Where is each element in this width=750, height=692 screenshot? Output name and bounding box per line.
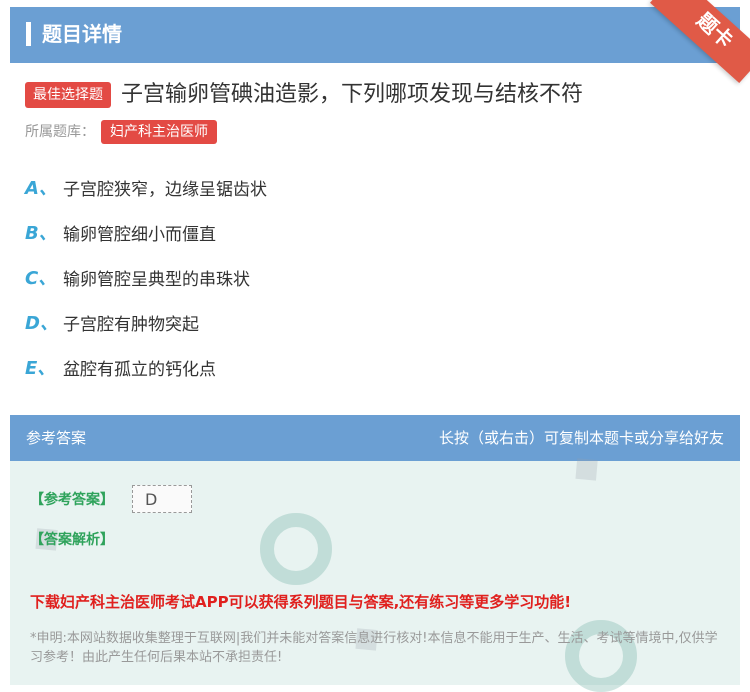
bank-tag[interactable]: 妇产科主治医师 <box>101 120 217 144</box>
option-letter: D、 <box>25 313 58 334</box>
option-text: 子宫腔有肿物突起 <box>63 314 199 335</box>
disclaimer-text: *申明:本网站数据收集整理于互联网|我们并未能对答案信息进行核对!本信息不能用于… <box>30 631 718 665</box>
option-a[interactable]: A、 子宫腔狭窄，边缘呈锯齿状 <box>25 173 267 201</box>
option-e[interactable]: E、 盆腔有孤立的钙化点 <box>25 353 216 381</box>
option-text: 输卵管腔呈典型的串珠状 <box>63 269 250 290</box>
app-promo-link[interactable]: 下载妇产科主治医师考试APP可以获得系列题目与答案,还有练习等更多学习功能! <box>30 591 571 612</box>
option-d[interactable]: D、 子宫腔有肿物突起 <box>25 308 199 336</box>
bank-label: 所属题库： <box>25 124 95 140</box>
option-c[interactable]: C、 输卵管腔呈典型的串珠状 <box>25 263 250 291</box>
option-b[interactable]: B、 输卵管腔细小而僵直 <box>25 218 216 246</box>
answer-header-title: 参考答案 <box>26 429 87 447</box>
option-letter: C、 <box>25 268 57 289</box>
page-title: 题目详情 <box>42 22 122 46</box>
option-text: 盆腔有孤立的钙化点 <box>63 359 216 380</box>
analysis-label: 【答案解析】 <box>30 532 114 548</box>
header-accent-bar <box>26 22 31 46</box>
question-text: 子宫输卵管碘油造影，下列哪项发现与结核不符 <box>121 82 584 107</box>
answer-panel: 参考答案 长按（或右击）可复制本题卡或分享给好友 ◆ ◆ ◆ 【参考答案】 D … <box>10 415 740 692</box>
answer-label: 【参考答案】 <box>30 492 114 508</box>
watermark-logo-icon <box>260 513 332 585</box>
option-text: 子宫腔狭窄，边缘呈锯齿状 <box>63 179 267 200</box>
answer-header: 参考答案 长按（或右击）可复制本题卡或分享给好友 <box>10 415 740 461</box>
question-bank-row: 所属题库： 妇产科主治医师 <box>25 120 217 144</box>
option-letter: A、 <box>25 178 57 199</box>
answer-value: D <box>132 485 192 513</box>
option-letter: B、 <box>25 223 57 244</box>
page-header: 题目详情 <box>10 7 740 63</box>
question-row: 最佳选择题 子宫输卵管碘油造影，下列哪项发现与结核不符 <box>25 80 583 110</box>
question-type-badge: 最佳选择题 <box>25 82 111 108</box>
option-letter: E、 <box>25 358 56 379</box>
share-hint: 长按（或右击）可复制本题卡或分享给好友 <box>438 429 724 447</box>
option-text: 输卵管腔细小而僵直 <box>63 224 216 245</box>
